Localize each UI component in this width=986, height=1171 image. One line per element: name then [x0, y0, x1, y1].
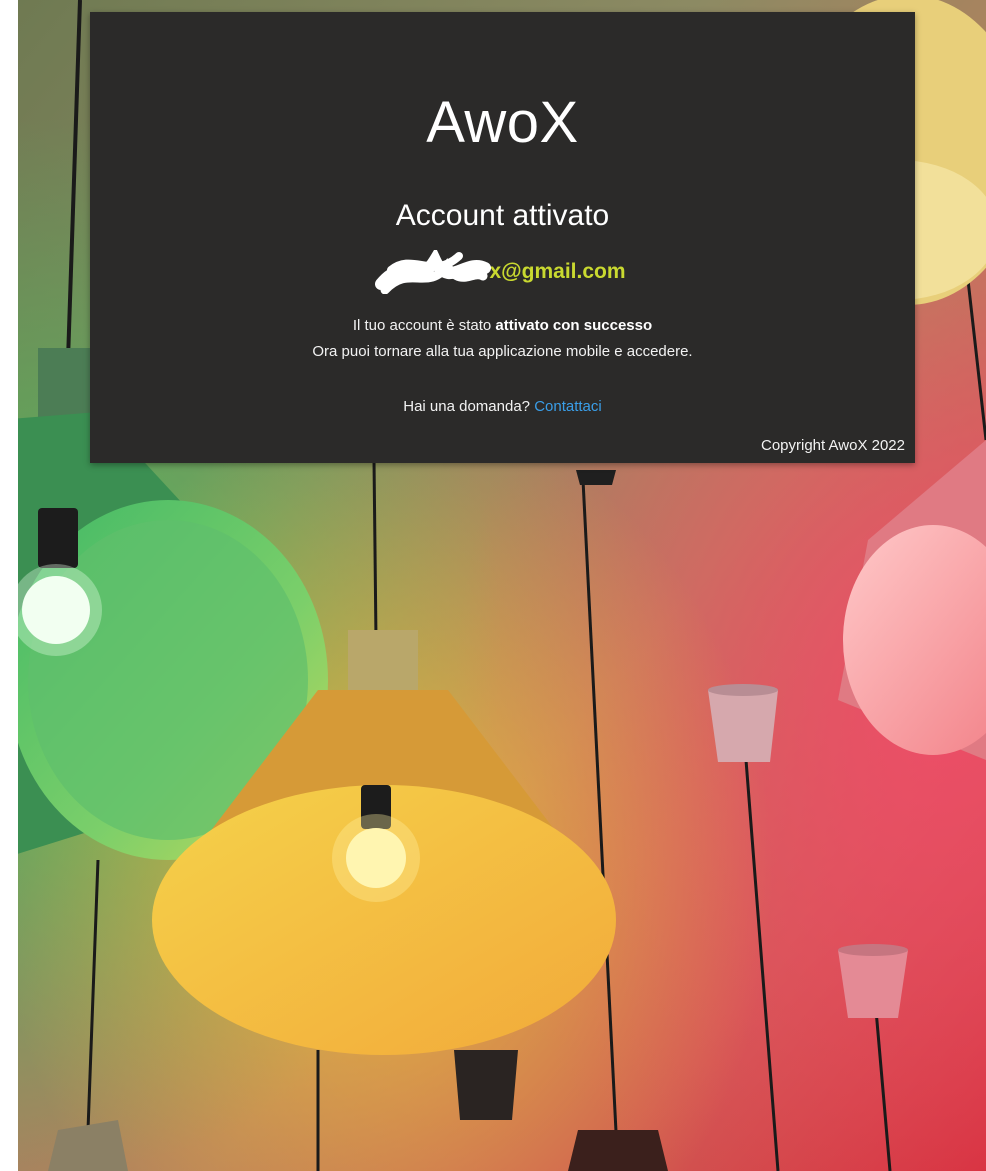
activation-card: AwoX Account attivato x@gmail.com Il tuo…: [90, 12, 915, 463]
success-message-bold: attivato con successo: [495, 317, 653, 334]
brand-logo: AwoX: [426, 90, 579, 155]
account-email: x@gmail.com: [489, 260, 626, 283]
email-row: x@gmail.com: [90, 250, 915, 294]
success-message-prefix: Il tuo account è stato: [352, 317, 492, 334]
page: AwoX Account attivato x@gmail.com Il tuo…: [0, 0, 986, 1171]
instruction-message: Ora puoi tornare alla tua applicazione m…: [312, 343, 693, 360]
copyright-text: Copyright AwoX 2022: [761, 437, 905, 454]
contact-row: Hai una domanda? Contattaci: [90, 397, 915, 417]
contact-question: Hai una domanda?: [403, 398, 531, 415]
page-title: Account attivato: [395, 199, 610, 232]
success-message: Il tuo account è stato attivato con succ…: [90, 316, 915, 336]
email-wrapper: x@gmail.com: [375, 250, 626, 294]
contact-link[interactable]: Contattaci: [534, 398, 602, 415]
